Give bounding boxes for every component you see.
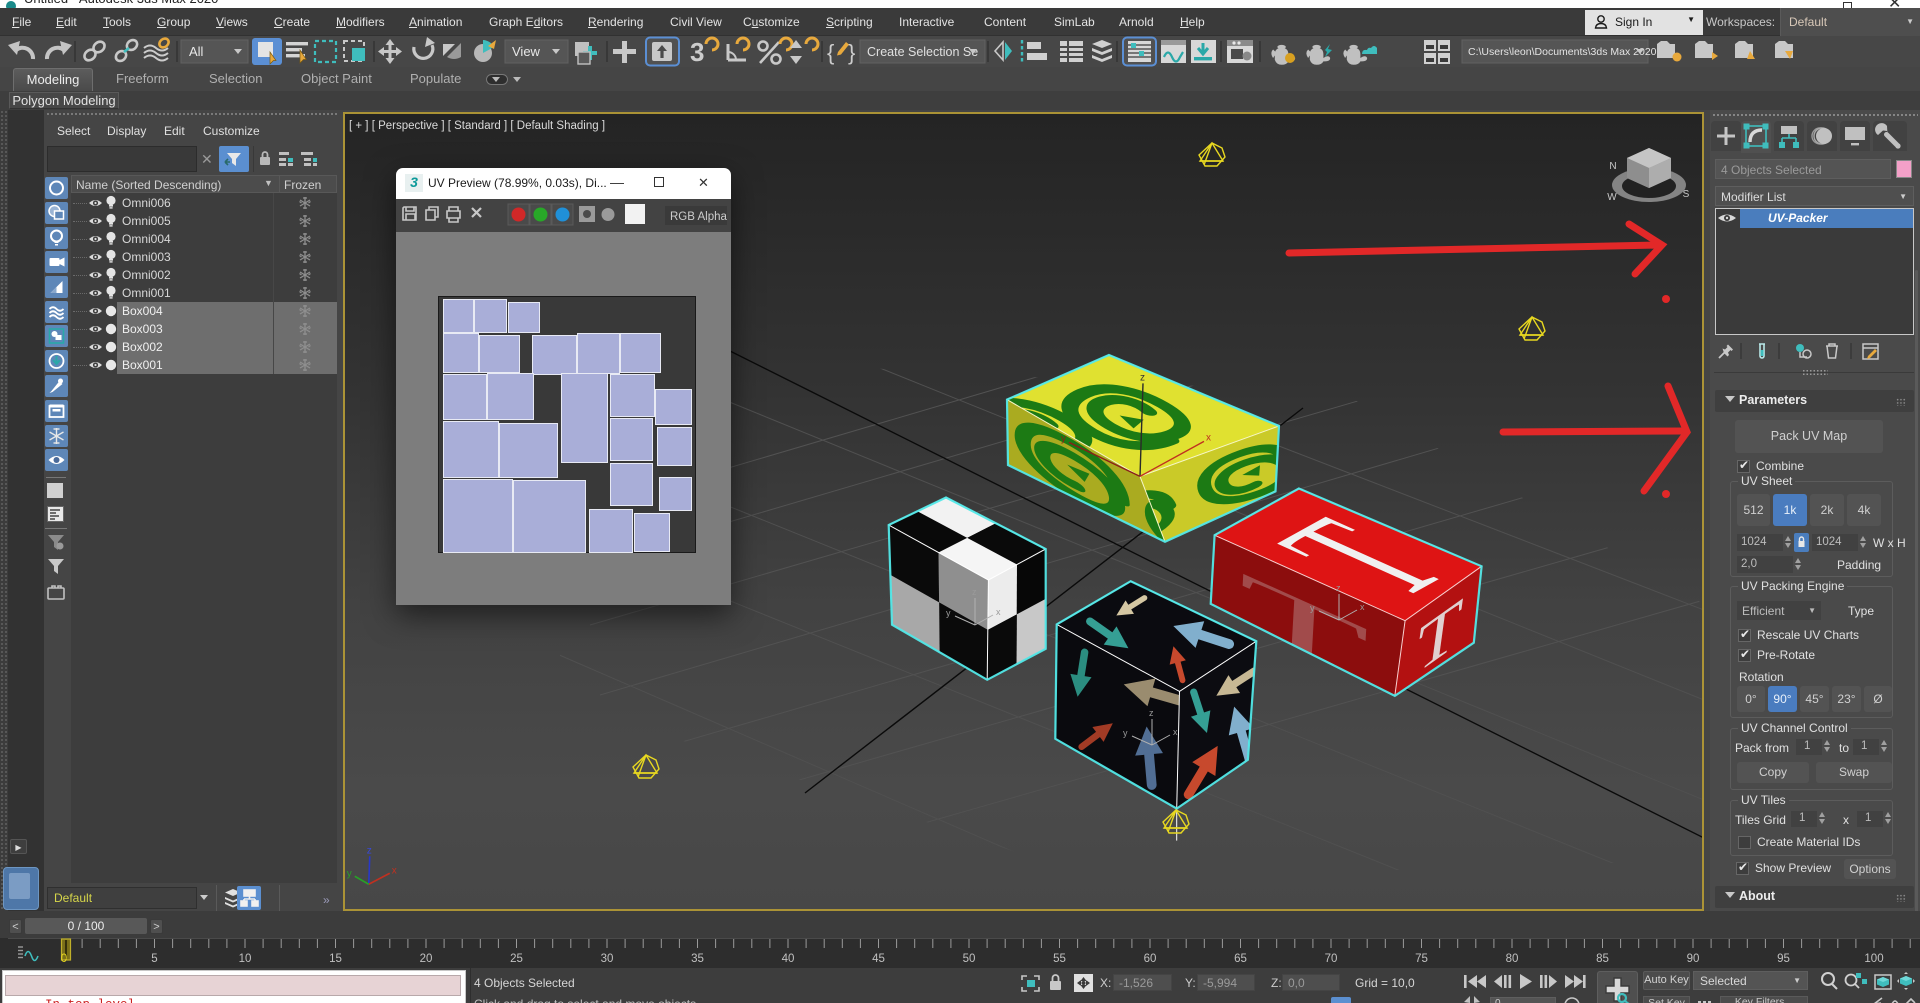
svg-text:N: N: [1609, 161, 1616, 172]
svg-text:View: View: [512, 44, 541, 59]
svg-text:100: 100: [1864, 953, 1883, 965]
svg-text:W: W: [1607, 192, 1617, 203]
svg-text:z: z: [1149, 708, 1154, 718]
svg-text:95: 95: [1777, 953, 1790, 965]
svg-text:20: 20: [420, 953, 433, 965]
svg-text:x: x: [392, 865, 397, 876]
svg-text:y: y: [347, 868, 352, 879]
svg-text:5: 5: [151, 953, 157, 965]
svg-text:70: 70: [1325, 953, 1338, 965]
svg-text:35: 35: [691, 953, 704, 965]
svg-text:85: 85: [1596, 953, 1609, 965]
svg-text:25: 25: [510, 953, 523, 965]
svg-text:x: x: [1206, 432, 1211, 443]
svg-text:y: y: [1061, 433, 1066, 444]
svg-text:z: z: [1140, 372, 1145, 383]
svg-text:{: {: [827, 40, 834, 65]
svg-text:Create Selection Se: Create Selection Se: [867, 45, 978, 59]
svg-text:15: 15: [329, 953, 342, 965]
svg-text:0: 0: [61, 953, 67, 965]
svg-text:y: y: [1123, 728, 1128, 738]
svg-text:60: 60: [1144, 953, 1157, 965]
svg-text:z: z: [367, 845, 372, 856]
svg-text:65: 65: [1234, 953, 1247, 965]
svg-text:All: All: [189, 44, 204, 59]
svg-text:x: x: [1173, 727, 1178, 737]
svg-text:[ + ] [ Perspective ] [ Standa: [ + ] [ Perspective ] [ Standard ] [ Def…: [349, 120, 605, 132]
svg-text:}: }: [848, 40, 855, 65]
svg-text:90: 90: [1687, 953, 1700, 965]
svg-text:30: 30: [601, 953, 614, 965]
svg-text:z: z: [1336, 583, 1341, 593]
svg-text:55: 55: [1053, 953, 1066, 965]
svg-text:40: 40: [782, 953, 795, 965]
svg-text:y: y: [946, 608, 951, 618]
svg-text:x: x: [996, 607, 1001, 617]
svg-text:45: 45: [872, 953, 885, 965]
svg-text:80: 80: [1506, 953, 1519, 965]
svg-text:75: 75: [1415, 953, 1428, 965]
svg-text:RGB Alpha: RGB Alpha: [670, 211, 727, 223]
svg-text:3: 3: [690, 37, 704, 67]
svg-text:S: S: [1683, 189, 1690, 200]
svg-text:y: y: [1310, 603, 1315, 613]
svg-text:z: z: [972, 587, 977, 597]
svg-text:C:\Users\leon\Documents\3ds Ma: C:\Users\leon\Documents\3ds Max 2020: [1468, 46, 1657, 58]
svg-text:x: x: [1360, 602, 1365, 612]
svg-text:10: 10: [239, 953, 252, 965]
svg-text:50: 50: [963, 953, 976, 965]
